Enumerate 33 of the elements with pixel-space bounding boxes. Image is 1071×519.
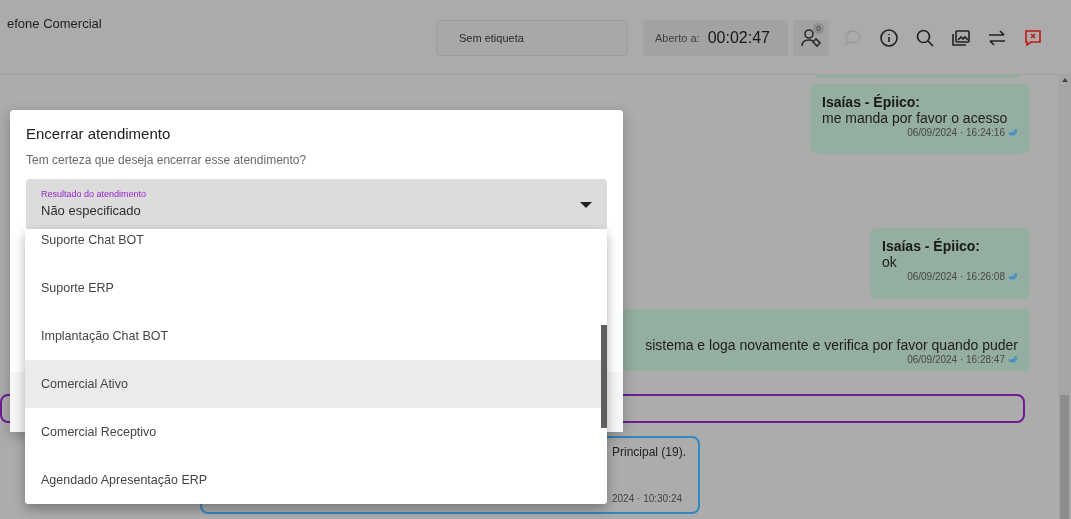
message-time: 2024 · 10:30:24 [612, 493, 683, 504]
select-label: Resultado do atendimento [41, 189, 148, 199]
caret-icon [580, 202, 592, 208]
contact-name: efone Comercial [7, 16, 102, 31]
menu-option[interactable]: Implantação Chat BOT [25, 312, 607, 360]
swap-arrows-icon[interactable] [987, 28, 1007, 48]
timer-value: 00:02:47 [707, 29, 770, 47]
menu-option[interactable]: Agendado Apresentação ERP [25, 456, 607, 504]
menu-option[interactable]: Suporte ERP [25, 264, 607, 312]
result-select[interactable]: Resultado do atendimento Não especificado [26, 179, 607, 231]
image-gallery-icon[interactable] [951, 28, 971, 48]
message-text: me manda por favor o acesso [822, 110, 1009, 126]
message-author: Isaías - Épiico: [822, 94, 922, 110]
menu-option[interactable]: Suporte Chat BOT [25, 229, 607, 264]
search-icon[interactable] [915, 28, 935, 48]
close-chat-icon[interactable] [1023, 28, 1043, 48]
message-time: 06/09/2024 · 16:28:47 [907, 354, 1005, 365]
scrollbar-thumb[interactable] [601, 325, 607, 428]
dialog-title: Encerrar atendimento [26, 125, 172, 142]
tag-button[interactable]: Sem etiqueta [436, 20, 628, 56]
message-time: 06/09/2024 · 16:24:16 [907, 127, 1005, 138]
message-author: Isaías - Épiico: [882, 238, 982, 254]
person-tag-icon [800, 27, 822, 49]
message-text: Principal (19). [612, 445, 687, 459]
timer-label: Aberto a: [655, 32, 700, 44]
info-icon[interactable] [879, 28, 899, 48]
dialog-message: Tem certeza que deseja encerrar esse atendimento? [26, 153, 308, 167]
message-time: 06/09/2024 · 16:26:08 [907, 271, 1005, 282]
message-text: sistema e loga novamente e verifica por favor quando puder [645, 337, 1018, 353]
scrollbar[interactable] [1058, 75, 1071, 519]
menu-option[interactable]: Comercial Receptivo [25, 408, 607, 456]
select-value: Não especificado [41, 203, 141, 218]
message-text: ok [882, 254, 898, 270]
